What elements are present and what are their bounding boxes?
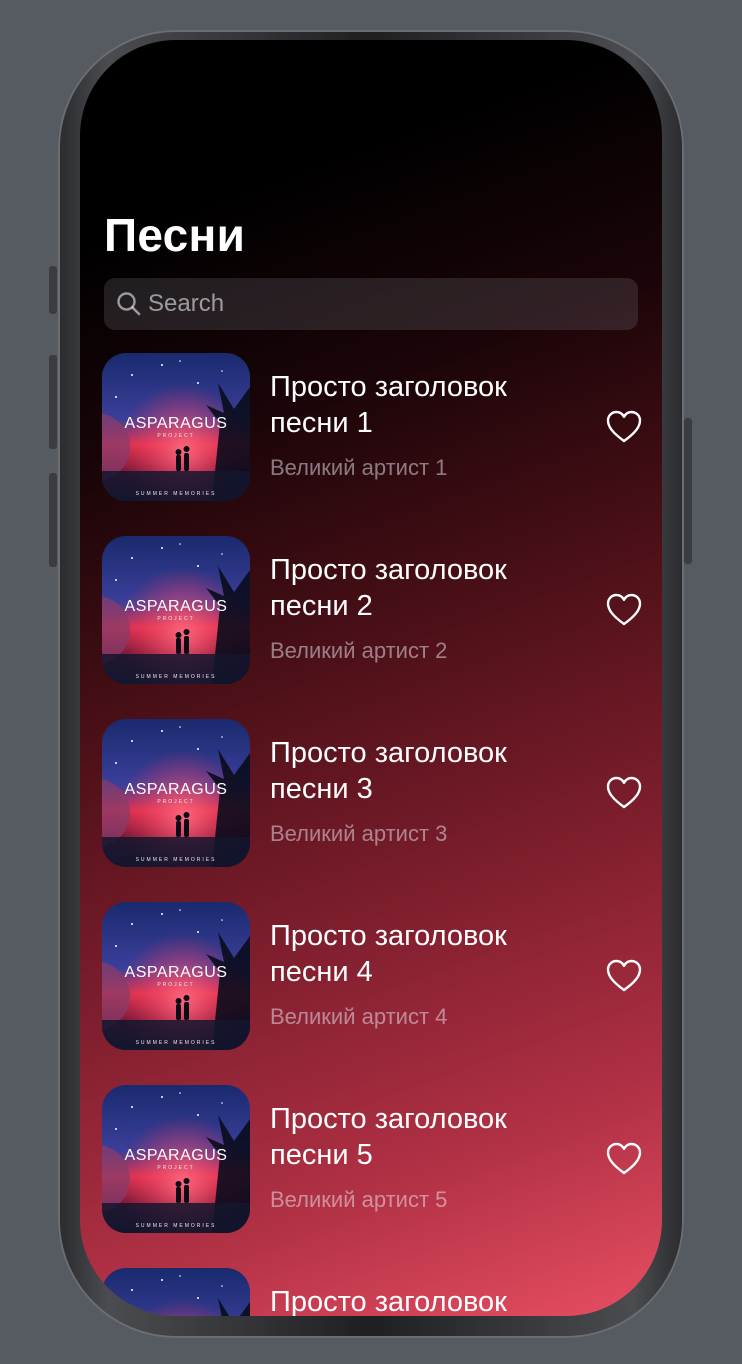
svg-text:SUMMER MEMORIES: SUMMER MEMORIES xyxy=(136,491,217,497)
song-artist: Великий артист 3 xyxy=(270,821,448,846)
song-row[interactable]: ASPARAGUSPROJECT SUMMER MEMORIES Просто за… xyxy=(102,536,642,686)
svg-text:SUMMER MEMORIES: SUMMER MEMORIES xyxy=(136,857,217,863)
album-cover: ASPARAGUSPROJECTSUMMER MEMORIES xyxy=(102,1268,250,1316)
song-title: Просто заголовок песни 1 xyxy=(270,371,507,439)
cover-brand-text: ASPARAGUS xyxy=(125,598,228,615)
song-row[interactable]: ASPARAGUSPROJECT SUMMER MEMORIES Просто за… xyxy=(102,353,642,503)
song-artist: Великий артист 1 xyxy=(270,455,448,480)
song-row[interactable]: ASPARAGUSPROJECTSUMMER MEMORIES Просто за… xyxy=(102,1268,642,1316)
favorite-heart-icon[interactable] xyxy=(605,408,643,446)
search-input[interactable] xyxy=(148,278,628,330)
song-artist: Великий артист 5 xyxy=(270,1187,448,1212)
album-cover: ASPARAGUSPROJECT SUMMER MEMORIES xyxy=(102,1085,250,1233)
svg-text:PROJECT: PROJECT xyxy=(157,433,194,439)
song-title: Просто заголовок песни 3 xyxy=(270,737,507,805)
side-button-volume-up xyxy=(49,355,57,449)
song-title: Просто заголовок песни 5 xyxy=(270,1103,507,1171)
album-cover: ASPARAGUSPROJECT SUMMER MEMORIES xyxy=(102,536,250,684)
favorite-heart-icon[interactable] xyxy=(605,957,643,995)
song-title: Просто заголовок xyxy=(270,1286,507,1316)
favorite-heart-icon[interactable] xyxy=(605,1140,643,1178)
song-row[interactable]: ASPARAGUSPROJECT SUMMER MEMORIES Просто за… xyxy=(102,1085,642,1235)
svg-text:PROJECT: PROJECT xyxy=(157,616,194,622)
svg-text:PROJECT: PROJECT xyxy=(157,982,194,988)
album-cover: ASPARAGUSPROJECT SUMMER MEMORIES xyxy=(102,902,250,1050)
cover-brand-text: ASPARAGUS xyxy=(125,964,228,981)
app-screen: Песни ASPARAGUSPROJECTSUMMER MEMORIESПро… xyxy=(80,40,662,1316)
cover-brand-text: ASPARAGUS xyxy=(125,415,228,432)
search-icon xyxy=(117,292,141,316)
song-title: Просто заголовок песни 4 xyxy=(270,920,507,988)
song-artist: Великий артист 2 xyxy=(270,638,448,663)
song-title: Просто заголовок песни 2 xyxy=(270,554,507,622)
cover-brand-text: ASPARAGUS xyxy=(125,1147,228,1164)
side-button-power xyxy=(684,418,692,564)
song-artist: Великий артист 4 xyxy=(270,1004,448,1029)
side-button-silent xyxy=(49,266,57,314)
search-bar[interactable] xyxy=(104,278,638,330)
svg-text:SUMMER MEMORIES: SUMMER MEMORIES xyxy=(136,1223,217,1229)
svg-text:SUMMER MEMORIES: SUMMER MEMORIES xyxy=(136,674,217,680)
side-button-volume-down xyxy=(49,473,57,567)
svg-text:PROJECT: PROJECT xyxy=(157,799,194,805)
favorite-heart-icon[interactable] xyxy=(605,591,643,629)
album-cover: ASPARAGUSPROJECT SUMMER MEMORIES xyxy=(102,353,250,501)
svg-text:SUMMER MEMORIES: SUMMER MEMORIES xyxy=(136,1040,217,1046)
cover-brand-text: ASPARAGUS xyxy=(125,781,228,798)
album-cover: ASPARAGUSPROJECT SUMMER MEMORIES xyxy=(102,719,250,867)
favorite-heart-icon[interactable] xyxy=(605,774,643,812)
svg-text:PROJECT: PROJECT xyxy=(157,1165,194,1171)
page-title: Песни xyxy=(104,209,246,261)
song-row[interactable]: ASPARAGUSPROJECT SUMMER MEMORIES Просто за… xyxy=(102,902,642,1052)
song-row[interactable]: ASPARAGUSPROJECT SUMMER MEMORIES Просто за… xyxy=(102,719,642,869)
